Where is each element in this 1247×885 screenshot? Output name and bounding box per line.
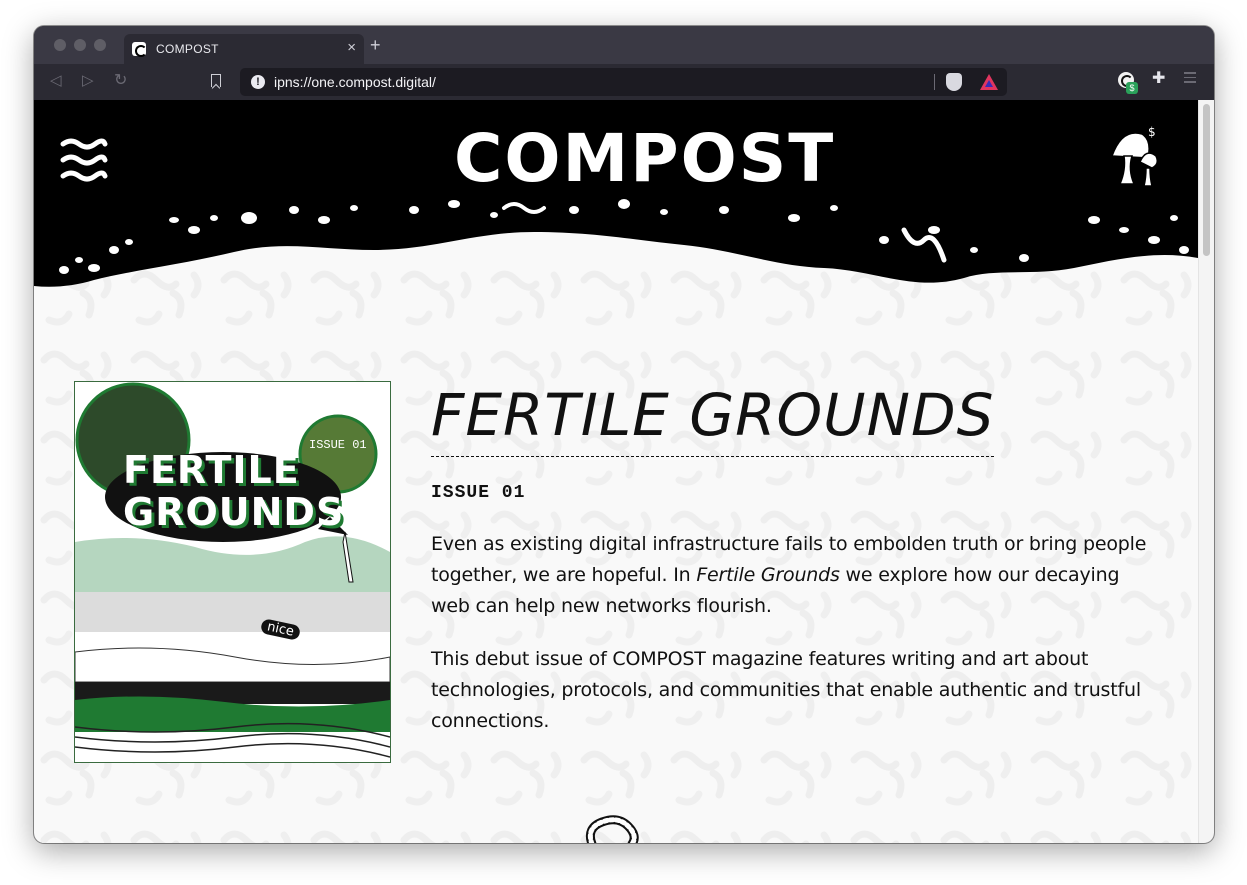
cover-title-line2: GROUNDS	[123, 490, 345, 534]
bookmark-icon[interactable]	[211, 74, 221, 87]
extension-badge: $	[1126, 82, 1138, 94]
back-button[interactable]: ◁	[50, 72, 62, 90]
site-info-icon[interactable]: !	[251, 75, 265, 89]
tab-strip: COMPOST × +	[34, 26, 1214, 64]
site-header: COMPOST $	[34, 100, 1198, 300]
menu-worms-icon[interactable]	[59, 136, 109, 184]
reload-button[interactable]: ↻	[114, 72, 127, 90]
issue-content: FERTILE GROUNDS ISSUE 01 Even as existin…	[431, 380, 1151, 737]
brave-shields-icon[interactable]	[946, 73, 962, 91]
minimize-window-button[interactable]	[74, 39, 86, 51]
intro-text-emphasis: Fertile Grounds	[696, 564, 840, 586]
page-viewport: COMPOST $ FERTILE GROUNDS ISSUE 01 nice …	[34, 100, 1198, 843]
svg-text:$: $	[1148, 126, 1156, 139]
mushroom-wallet-icon[interactable]: $	[1106, 126, 1162, 190]
brave-rewards-icon[interactable]	[980, 74, 998, 90]
hamburger-menu-icon[interactable]	[1184, 72, 1196, 84]
close-window-button[interactable]	[54, 39, 66, 51]
description-paragraph: This debut issue of COMPOST magazine fea…	[431, 648, 1141, 732]
tab-title: COMPOST	[156, 42, 219, 56]
new-tab-button[interactable]: +	[370, 36, 381, 54]
worm-icon	[585, 815, 639, 843]
forward-button[interactable]: ▷	[82, 72, 94, 90]
url-divider	[934, 74, 935, 90]
issue-number: ISSUE 01	[431, 483, 526, 503]
cover-title-line1: FERTILE	[123, 448, 300, 492]
vertical-scrollbar[interactable]	[1198, 100, 1214, 843]
magazine-cover[interactable]: FERTILE GROUNDS ISSUE 01 nice	[74, 381, 391, 763]
compost-favicon-icon	[132, 42, 147, 57]
tab-close-icon[interactable]: ×	[347, 40, 356, 56]
site-logo[interactable]: COMPOST	[454, 120, 833, 197]
url-text[interactable]: ipns://one.compost.digital/	[274, 74, 436, 90]
address-bar[interactable]: ! ipns://one.compost.digital/	[240, 68, 1007, 96]
tab-compost[interactable]: COMPOST ×	[124, 34, 364, 64]
issue-title[interactable]: FERTILE GROUNDS	[431, 380, 995, 457]
browser-window: COMPOST × + ◁ ▷ ↻ ! ipns://one.compost.d…	[34, 26, 1214, 843]
zoom-window-button[interactable]	[94, 39, 106, 51]
cover-issue-badge: ISSUE 01	[309, 438, 367, 452]
intro-paragraph: Even as existing digital infrastructure …	[431, 529, 1151, 622]
scrollbar-thumb[interactable]	[1203, 104, 1210, 256]
toolbar: ◁ ▷ ↻ ! ipns://one.compost.digital/ $ ✚	[34, 64, 1214, 100]
extensions-icon[interactable]: ✚	[1152, 70, 1165, 88]
